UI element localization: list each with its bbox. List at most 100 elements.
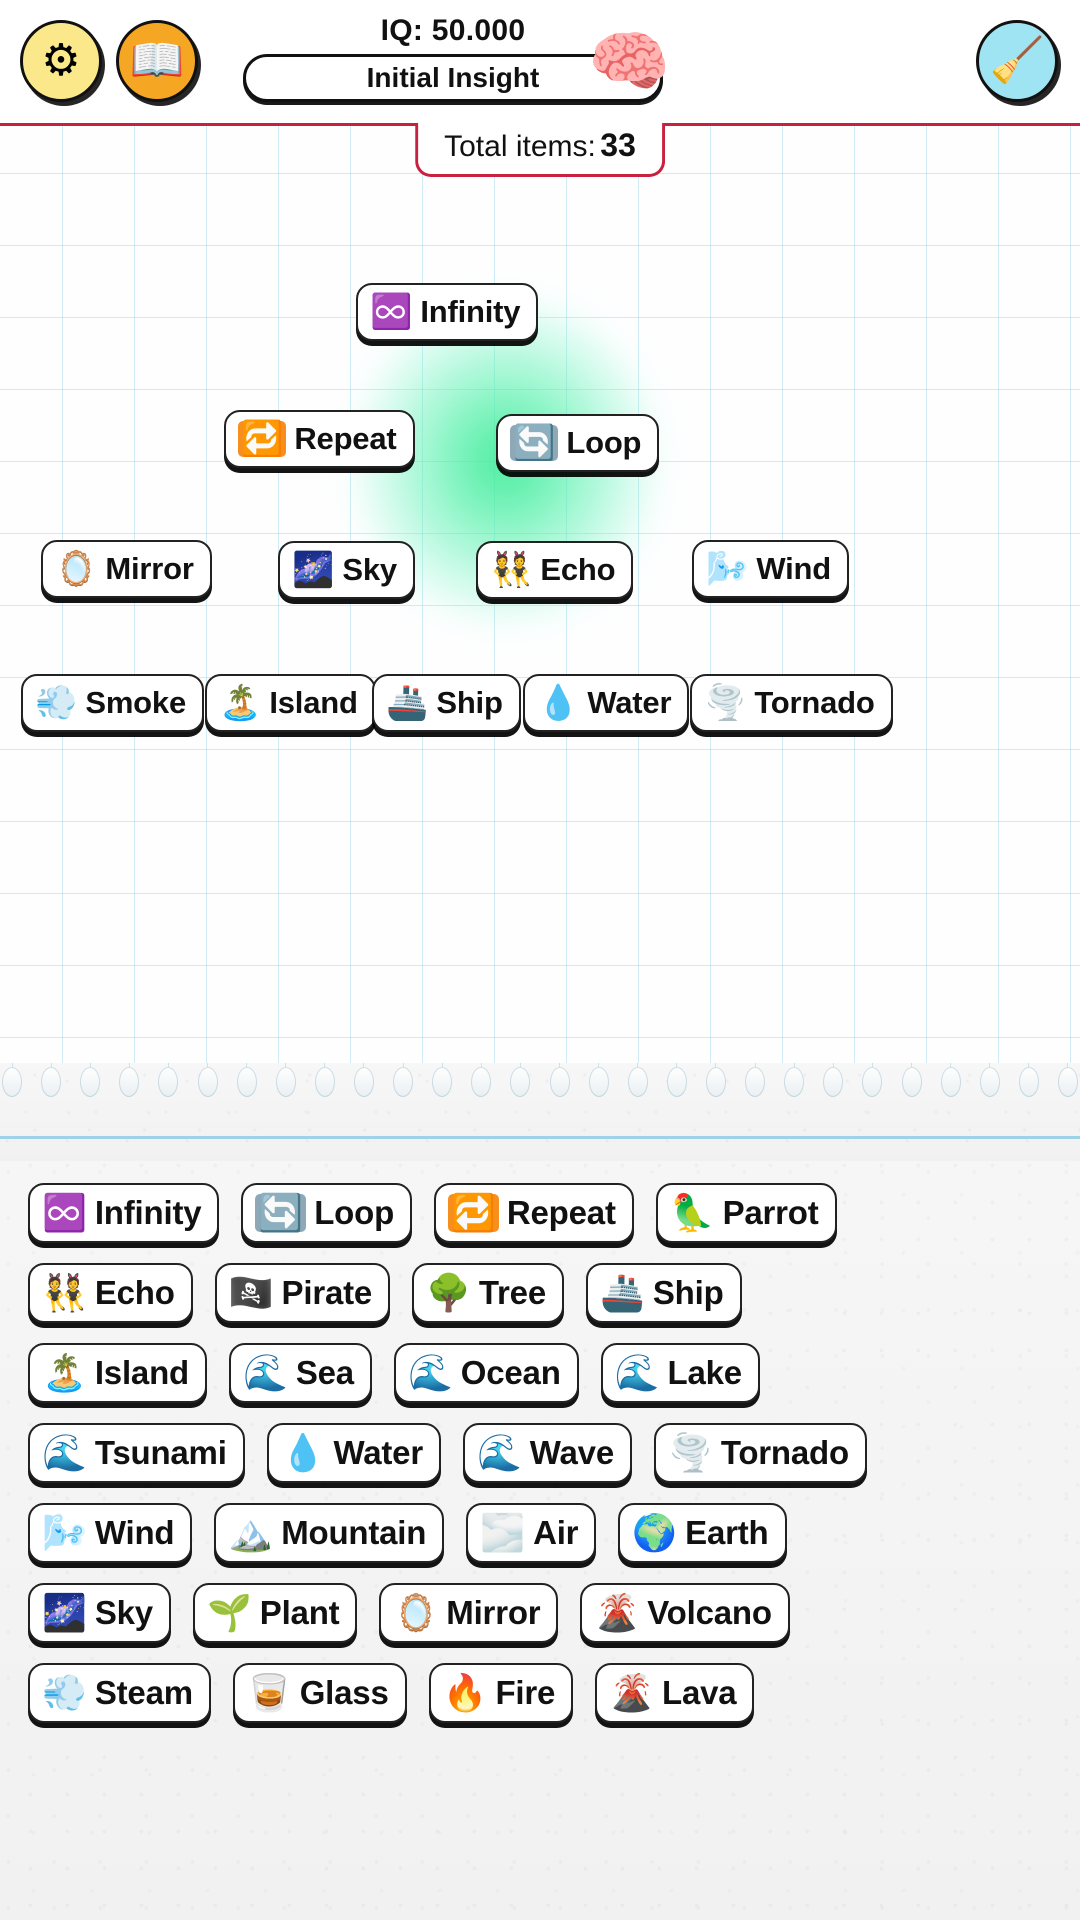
- item-chip-repeat[interactable]: 🔁 Repeat: [224, 410, 415, 468]
- perforation-hole: [236, 1067, 257, 1097]
- item-label: Sky: [342, 552, 397, 587]
- wind-icon: 🌬️: [42, 1512, 87, 1553]
- perforation-hole: [471, 1067, 492, 1097]
- water-icon: 💧: [280, 1432, 326, 1473]
- perforation-hole: [745, 1067, 766, 1097]
- item-chip-island[interactable]: 🏝️ Island: [205, 674, 376, 732]
- item-chip-tornado[interactable]: 🌪️ Tornado: [653, 1423, 867, 1483]
- item-label: Parrot: [722, 1194, 819, 1231]
- perforation-hole: [627, 1067, 648, 1097]
- item-chip-echo[interactable]: 👯 Echo: [476, 541, 634, 599]
- item-chip-sky[interactable]: 🌌 Sky: [278, 541, 415, 599]
- item-chip-infinity[interactable]: ♾️ Infinity: [28, 1183, 220, 1243]
- perforation-hole: [353, 1067, 374, 1097]
- wind-icon: 🌬️: [706, 550, 749, 588]
- pirate-icon: 🏴‍☠️: [228, 1272, 274, 1313]
- mirror-icon: 🪞: [55, 550, 98, 588]
- mountain-icon: 🏔️: [228, 1512, 274, 1553]
- item-chip-glass[interactable]: 🥃 Glass: [232, 1663, 407, 1723]
- lava-icon: 🌋: [609, 1672, 655, 1713]
- item-label: Island: [269, 685, 358, 720]
- item-chip-wave[interactable]: 🌊 Wave: [462, 1423, 632, 1483]
- item-chip-volcano[interactable]: 🌋 Volcano: [580, 1583, 790, 1643]
- plant-icon: 🌱: [206, 1592, 252, 1633]
- echo-icon: 👯: [42, 1272, 87, 1313]
- ship-icon: 🚢: [600, 1272, 645, 1313]
- item-label: Fire: [495, 1674, 556, 1711]
- inventory-panel[interactable]: ♾️ Infinity 🔄 Loop 🔁 Repeat 🦜 Parrot 👯 Echo 🏴‍☠️ Pi…: [0, 1161, 1080, 1920]
- earth-icon: 🌍: [632, 1512, 678, 1553]
- tornado-icon: 🌪️: [667, 1432, 713, 1473]
- item-label: Island: [94, 1354, 189, 1391]
- item-chip-sea[interactable]: 🌊 Sea: [229, 1343, 372, 1403]
- item-chip-steam[interactable]: 💨 Steam: [28, 1663, 211, 1723]
- clear-board-button[interactable]: 🧹: [976, 20, 1058, 102]
- glass-icon: 🥃: [246, 1672, 292, 1713]
- item-chip-earth[interactable]: 🌍 Earth: [618, 1503, 787, 1563]
- item-chip-tsunami[interactable]: 🌊 Tsunami: [28, 1423, 245, 1483]
- perforation-hole: [862, 1067, 883, 1097]
- item-chip-lava[interactable]: 🌋 Lava: [595, 1663, 755, 1723]
- item-label: Wave: [529, 1434, 614, 1471]
- item-chip-sky[interactable]: 🌌 Sky: [28, 1583, 171, 1643]
- item-label: Glass: [299, 1674, 389, 1711]
- item-chip-fire[interactable]: 🔥 Fire: [428, 1663, 574, 1723]
- item-chip-plant[interactable]: 🌱 Plant: [192, 1583, 358, 1643]
- item-chip-air[interactable]: 🌫️ Air: [466, 1503, 597, 1563]
- perforation-hole: [705, 1067, 726, 1097]
- item-chip-echo[interactable]: 👯 Echo: [28, 1263, 193, 1323]
- parrot-icon: 🦜: [669, 1192, 715, 1233]
- sky-icon: 🌌: [42, 1592, 87, 1633]
- tsunami-icon: 🌊: [42, 1432, 87, 1473]
- item-chip-loop[interactable]: 🔄 Loop: [241, 1183, 413, 1243]
- item-label: Wind: [756, 551, 832, 586]
- brain-icon: 🧠: [588, 24, 671, 98]
- perforation-holes: [0, 1067, 1080, 1113]
- item-chip-parrot[interactable]: 🦜 Parrot: [655, 1183, 837, 1243]
- item-chip-loop[interactable]: 🔄 Loop: [496, 414, 660, 472]
- tree-icon: 🌳: [426, 1272, 471, 1313]
- item-chip-infinity[interactable]: ♾️ Infinity: [356, 283, 539, 341]
- ship-icon: 🚢: [386, 684, 429, 722]
- item-chip-ocean[interactable]: 🌊 Ocean: [393, 1343, 579, 1403]
- divider-rule-line: [0, 1136, 1080, 1139]
- crafting-canvas[interactable]: Total items: 33 ♾️ Infinity 🔁 Repeat 🔄 Loop 🪞 M…: [0, 123, 1080, 1063]
- item-label: Wind: [94, 1514, 175, 1551]
- perforation-hole: [197, 1067, 218, 1097]
- item-label: Water: [587, 685, 672, 720]
- item-chip-mountain[interactable]: 🏔️ Mountain: [214, 1503, 445, 1563]
- item-chip-water[interactable]: 💧 Water: [266, 1423, 441, 1483]
- item-chip-ship[interactable]: 🚢 Ship: [372, 674, 521, 732]
- smoke-icon: 💨: [35, 684, 78, 722]
- item-label: Mountain: [281, 1514, 427, 1551]
- item-chip-tree[interactable]: 🌳 Tree: [412, 1263, 564, 1323]
- item-label: Lake: [667, 1354, 743, 1391]
- item-chip-water[interactable]: 💧 Water: [523, 674, 690, 732]
- settings-button[interactable]: ⚙: [20, 20, 102, 102]
- perforation-hole: [2, 1067, 22, 1097]
- item-label: Steam: [94, 1674, 193, 1711]
- perforation-hole: [432, 1067, 453, 1097]
- item-chip-mirror[interactable]: 🪞 Mirror: [41, 540, 212, 598]
- item-chip-lake[interactable]: 🌊 Lake: [600, 1343, 760, 1403]
- item-chip-tornado[interactable]: 🌪️ Tornado: [690, 674, 893, 732]
- item-chip-wind[interactable]: 🌬️ Wind: [692, 540, 850, 598]
- perforation-hole: [979, 1067, 1000, 1097]
- repeat-icon: 🔁: [238, 421, 287, 457]
- item-label: Sea: [295, 1354, 354, 1391]
- item-chip-island[interactable]: 🏝️ Island: [28, 1343, 207, 1403]
- item-chip-smoke[interactable]: 💨 Smoke: [21, 674, 205, 732]
- inventory-row: 🌊 Tsunami 💧 Water 🌊 Wave 🌪️ Tornado: [28, 1423, 1060, 1483]
- perforation-hole: [158, 1067, 179, 1097]
- item-chip-pirate[interactable]: 🏴‍☠️ Pirate: [214, 1263, 391, 1323]
- item-chip-repeat[interactable]: 🔁 Repeat: [434, 1183, 634, 1243]
- item-chip-ship[interactable]: 🚢 Ship: [586, 1263, 742, 1323]
- perforation-hole: [549, 1067, 570, 1097]
- item-chip-wind[interactable]: 🌬️ Wind: [28, 1503, 193, 1563]
- perforation-hole: [1057, 1067, 1078, 1097]
- infinity-icon: ♾️: [370, 293, 413, 331]
- recipe-book-button[interactable]: 📖: [116, 20, 198, 102]
- item-chip-mirror[interactable]: 🪞 Mirror: [379, 1583, 559, 1643]
- perforation-hole: [901, 1067, 922, 1097]
- volcano-icon: 🌋: [594, 1592, 640, 1633]
